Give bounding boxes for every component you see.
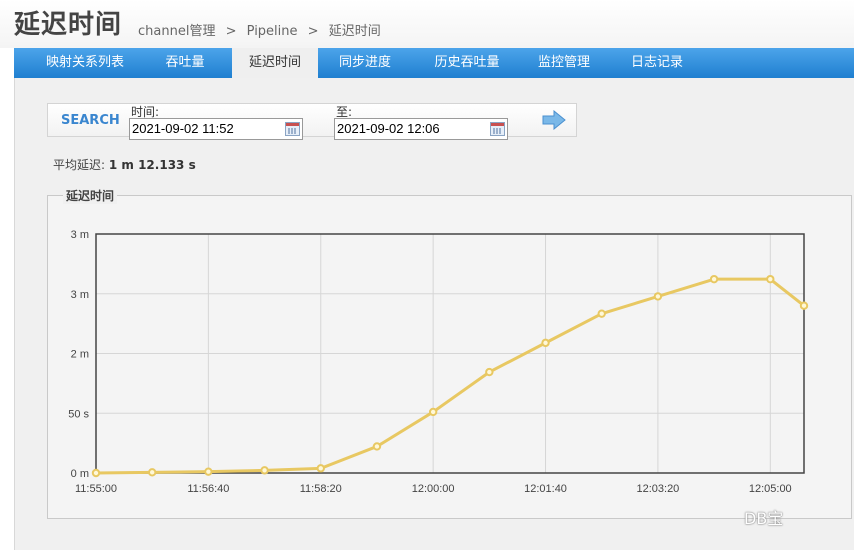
data-point	[204, 467, 213, 476]
y-tick-label: 3 m	[71, 289, 89, 301]
x-tick-label: 12:05:00	[749, 483, 792, 495]
x-tick-label: 12:00:00	[412, 483, 455, 495]
y-tick-label: 50 s	[68, 408, 89, 420]
x-tick-label: 11:58:20	[300, 483, 342, 495]
data-point	[709, 274, 719, 284]
data-point	[766, 274, 775, 284]
watermark: DB宝	[744, 509, 784, 528]
data-point	[147, 468, 157, 477]
data-point	[260, 466, 269, 475]
x-tick-label: 12:03:20	[636, 483, 679, 495]
data-point	[428, 407, 438, 417]
x-tick-label: 11:55:00	[75, 483, 117, 495]
y-tick-label: 3 m	[71, 229, 89, 241]
data-point	[799, 301, 809, 310]
data-point	[653, 292, 663, 301]
y-tick-label: 0 m	[71, 468, 89, 480]
data-point	[316, 464, 325, 473]
y-tick-label: 2 m	[71, 349, 89, 361]
x-tick-label: 11:56:40	[187, 483, 229, 495]
data-point	[541, 338, 550, 348]
x-tick-label: 12:01:40	[524, 483, 567, 495]
delay-line-chart: 0 m 50 s 2 m 3 m 3 m 11:55:00 11:56:40 11:58:20…	[68, 229, 809, 495]
data-point	[372, 442, 382, 451]
data-point	[91, 468, 101, 478]
data-point	[597, 309, 606, 318]
data-point	[485, 367, 494, 377]
